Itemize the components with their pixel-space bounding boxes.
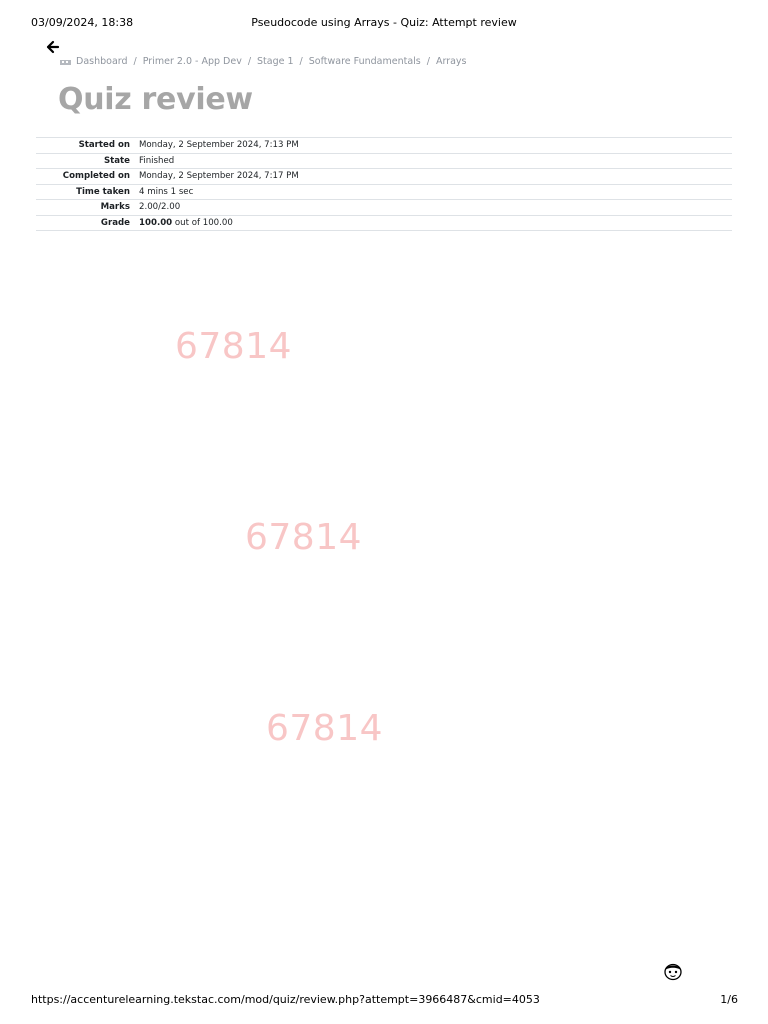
- marks-value: 2.00/2.00: [139, 202, 181, 213]
- print-header-title: Pseudocode using Arrays - Quiz: Attempt …: [251, 16, 517, 29]
- table-row: State Finished: [36, 153, 732, 169]
- breadcrumb-separator: /: [299, 56, 303, 67]
- grade-label: Grade: [100, 217, 130, 228]
- breadcrumb-item-topic[interactable]: Arrays: [436, 56, 467, 67]
- grade-value: 100.00 out of 100.00: [139, 215, 732, 231]
- breadcrumb-item-section[interactable]: Software Fundamentals: [309, 56, 421, 67]
- print-footer-page-number: 1/6: [720, 993, 738, 1006]
- table-row: Marks 2.00/2.00: [36, 199, 732, 216]
- marks-label: Marks: [100, 202, 130, 213]
- breadcrumb-item-course[interactable]: Primer 2.0 - App Dev: [143, 56, 242, 67]
- table-row: Completed on Monday, 2 September 2024, 7…: [36, 168, 732, 185]
- watermark-text: 67814: [266, 708, 384, 749]
- breadcrumb: Dashboard / Primer 2.0 - App Dev / Stage…: [60, 56, 467, 67]
- page-title: Quiz review: [58, 82, 253, 117]
- completed-on-value: Monday, 2 September 2024, 7:17 PM: [139, 171, 299, 182]
- breadcrumb-item-dashboard[interactable]: Dashboard: [76, 56, 128, 67]
- table-row: Grade 100.00 out of 100.00: [36, 215, 732, 231]
- started-on-value: Monday, 2 September 2024, 7:13 PM: [139, 140, 299, 151]
- breadcrumb-separator: /: [426, 56, 430, 67]
- breadcrumb-separator: /: [247, 56, 252, 67]
- table-row: Time taken 4 mins 1 sec: [36, 184, 732, 200]
- watermark-text: 67814: [245, 517, 363, 558]
- started-on-label: Started on: [78, 140, 130, 151]
- state-value: Finished: [139, 155, 175, 166]
- time-taken-label: Time taken: [76, 186, 130, 197]
- print-footer-url: https://accenturelearning.tekstac.com/mo…: [31, 993, 540, 1006]
- breadcrumb-separator: /: [133, 56, 137, 67]
- time-taken-value: 4 mins 1 sec: [139, 186, 194, 197]
- chatbot-avatar-icon[interactable]: [662, 961, 684, 981]
- grade-out-of: out of 100.00: [172, 217, 233, 228]
- quiz-summary-table: Started on Monday, 2 September 2024, 7:1…: [36, 137, 732, 231]
- grade-score: 100.00: [139, 217, 173, 228]
- table-row: Started on Monday, 2 September 2024, 7:1…: [36, 137, 732, 154]
- back-arrow-icon[interactable]: [46, 40, 60, 54]
- watermark-text: 67814: [175, 326, 293, 367]
- completed-on-label: Completed on: [62, 171, 130, 182]
- state-label: State: [103, 155, 130, 166]
- home-icon[interactable]: [60, 58, 71, 66]
- breadcrumb-item-stage[interactable]: Stage 1: [257, 56, 294, 67]
